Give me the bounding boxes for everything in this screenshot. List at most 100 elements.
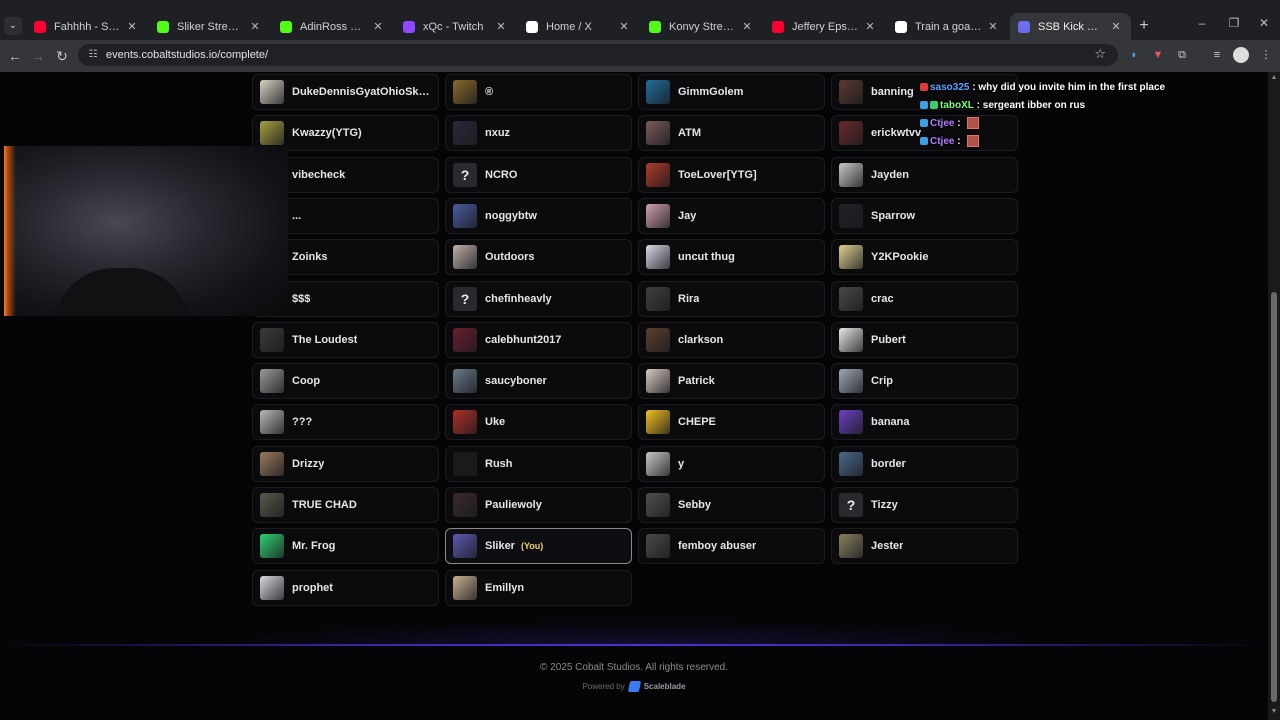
participant-card[interactable]: Rira — [638, 281, 825, 317]
tab-close-icon[interactable]: ✕ — [248, 20, 262, 33]
participant-card[interactable]: ® — [445, 74, 632, 110]
participant-card-self[interactable]: Sliker (You) — [445, 528, 632, 564]
participant-card[interactable]: Crip — [831, 363, 1018, 399]
tab-close-icon[interactable]: ✕ — [986, 20, 1000, 33]
participant-card[interactable]: ? chefinheavly — [445, 281, 632, 317]
participant-card[interactable]: femboy abuser — [638, 528, 825, 564]
participant-card[interactable]: banana — [831, 404, 1018, 440]
participant-card[interactable]: Pauliewoly — [445, 487, 632, 523]
participant-card[interactable]: border — [831, 446, 1018, 482]
powered-by[interactable]: Powered by Scaleblade — [0, 681, 1268, 692]
browser-tab[interactable]: SSB Kick Event - Coba ✕ — [1010, 13, 1131, 40]
participant-name: vibecheck — [292, 169, 346, 181]
participant-name: TRUE CHAD — [292, 499, 357, 511]
reading-list-icon[interactable]: ≡ — [1209, 47, 1225, 63]
site-info-icon[interactable]: ☷ — [86, 48, 100, 62]
powered-by-name[interactable]: Scaleblade — [644, 682, 686, 691]
participant-card[interactable]: ? Tizzy — [831, 487, 1018, 523]
avatar — [453, 452, 477, 476]
participant-card[interactable]: prophet — [252, 570, 439, 606]
participant-name: banning — [871, 86, 914, 98]
restore-icon[interactable]: ❐ — [1224, 16, 1244, 30]
browser-tab[interactable]: Train a goat 🐐 #train ✕ — [887, 13, 1008, 40]
participant-card[interactable]: DukeDennisGyatOhioSkib... — [252, 74, 439, 110]
tab-close-icon[interactable]: ✕ — [125, 20, 139, 33]
participant-card[interactable]: Mr. Frog — [252, 528, 439, 564]
tab-close-icon[interactable]: ✕ — [494, 20, 508, 33]
participant-card[interactable]: y — [638, 446, 825, 482]
participant-name: Rira — [678, 293, 700, 305]
participant-card[interactable]: uncut thug — [638, 239, 825, 275]
profile-avatar[interactable] — [1233, 47, 1249, 63]
browser-tab[interactable]: AdinRoss Stream - W ✕ — [272, 13, 393, 40]
address-bar[interactable]: ☷ events.cobaltstudios.io/complete/ ☆ — [78, 44, 1118, 66]
extensions-puzzle-icon[interactable]: ⧉ — [1174, 47, 1190, 63]
participant-card[interactable]: Y2KPookie — [831, 239, 1018, 275]
participant-card[interactable]: ToeLover[YTG] — [638, 157, 825, 193]
participant-card[interactable]: Jester — [831, 528, 1018, 564]
participant-card[interactable]: Rush — [445, 446, 632, 482]
scroll-up-icon[interactable]: ▲ — [1270, 74, 1278, 81]
browser-tab[interactable]: xQc - Twitch ✕ — [395, 13, 516, 40]
browser-tab[interactable]: Konvy Stream - Watc ✕ — [641, 13, 762, 40]
participant-card[interactable]: Jay — [638, 198, 825, 234]
page-scrollbar[interactable]: ▲ ▼ — [1268, 72, 1280, 720]
participant-card[interactable]: ? NCRO — [445, 157, 632, 193]
participant-name: border — [871, 458, 906, 470]
participant-name: Outdoors — [485, 251, 535, 263]
participant-card[interactable]: Uke — [445, 404, 632, 440]
participant-card[interactable]: Sparrow — [831, 198, 1018, 234]
participant-card[interactable]: Pubert — [831, 322, 1018, 358]
participant-card[interactable]: Patrick — [638, 363, 825, 399]
tab-close-icon[interactable]: ✕ — [371, 20, 385, 33]
extension-shield-icon[interactable]: ▼ — [1150, 47, 1166, 63]
participant-card[interactable]: ??? — [252, 404, 439, 440]
menu-dots-icon[interactable]: ⋮ — [1258, 47, 1274, 63]
tab-title: Home / X — [546, 20, 592, 33]
participant-card[interactable]: crac — [831, 281, 1018, 317]
bookmark-star-icon[interactable]: ☆ — [1094, 46, 1106, 62]
scrollbar-thumb[interactable] — [1271, 292, 1277, 702]
chat-username: Ctjee — [930, 135, 955, 147]
tab-search-button[interactable]: ⌄ — [4, 17, 22, 35]
participant-name: ® — [485, 86, 494, 98]
participant-card[interactable]: calebhunt2017 — [445, 322, 632, 358]
participant-card[interactable]: Drizzy — [252, 446, 439, 482]
tab-close-icon[interactable]: ✕ — [617, 20, 631, 33]
participant-name: femboy abuser — [678, 540, 757, 552]
participant-card[interactable]: Emillyn — [445, 570, 632, 606]
participant-card[interactable]: noggybtw — [445, 198, 632, 234]
minimize-icon[interactable]: – — [1192, 16, 1212, 30]
participant-card[interactable]: ATM — [638, 115, 825, 151]
tab-close-icon[interactable]: ✕ — [740, 20, 754, 33]
tab-close-icon[interactable]: ✕ — [863, 20, 877, 33]
url-text[interactable]: events.cobaltstudios.io/complete/ — [106, 49, 268, 61]
browser-tab[interactable]: Home / X ✕ — [518, 13, 639, 40]
extension-audio-icon[interactable]: ◗ — [1126, 47, 1142, 63]
avatar — [260, 328, 284, 352]
browser-tab[interactable]: Fahhhh - Sound effec ✕ — [26, 13, 147, 40]
forward-icon[interactable]: → — [28, 46, 48, 66]
browser-tab[interactable]: Jeffery Epstein edit (t ✕ — [764, 13, 885, 40]
participant-card[interactable]: Sebby — [638, 487, 825, 523]
browser-tab[interactable]: Sliker Stream - Watch ✕ — [149, 13, 270, 40]
new-tab-button[interactable]: + — [1136, 18, 1152, 34]
participant-card[interactable]: Outdoors — [445, 239, 632, 275]
avatar — [453, 204, 477, 228]
participant-card[interactable]: saucyboner — [445, 363, 632, 399]
participant-card[interactable]: Jayden — [831, 157, 1018, 193]
close-window-icon[interactable]: ✕ — [1254, 16, 1274, 30]
participant-card[interactable]: Coop — [252, 363, 439, 399]
participant-card[interactable]: clarkson — [638, 322, 825, 358]
participant-name: Pauliewoly — [485, 499, 542, 511]
reload-icon[interactable]: ↻ — [52, 46, 72, 66]
participant-card[interactable]: CHEPE — [638, 404, 825, 440]
tab-close-icon[interactable]: ✕ — [1109, 20, 1123, 33]
participant-card[interactable]: GimmGolem — [638, 74, 825, 110]
participant-card[interactable]: TRUE CHAD — [252, 487, 439, 523]
back-icon[interactable]: ← — [5, 46, 25, 66]
chat-badge-icon — [930, 101, 938, 109]
participant-card[interactable]: nxuz — [445, 115, 632, 151]
scroll-down-icon[interactable]: ▼ — [1270, 708, 1278, 715]
participant-card[interactable]: The Loudest — [252, 322, 439, 358]
